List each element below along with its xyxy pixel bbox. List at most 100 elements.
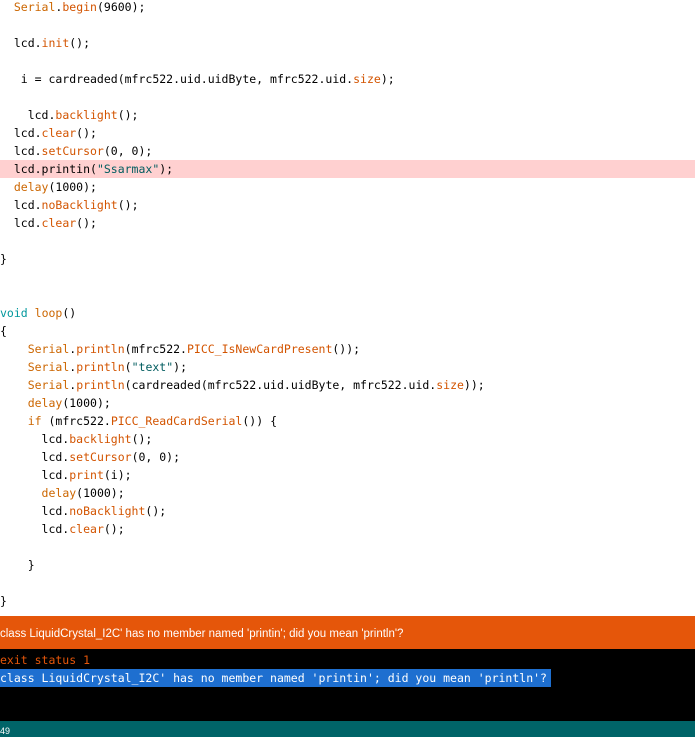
code-line[interactable]: lcd.setCursor(0, 0); xyxy=(0,142,695,160)
code-line[interactable] xyxy=(0,286,695,304)
code-token: lcd. xyxy=(0,522,70,536)
status-bar: 49 xyxy=(0,721,695,737)
code-token: lcd. xyxy=(0,216,42,230)
code-token: lcd. xyxy=(0,432,70,446)
code-line[interactable]: if (mfrc522.PICC_ReadCardSerial()) { xyxy=(0,412,695,430)
code-token: ); xyxy=(159,162,174,176)
code-token: size xyxy=(353,72,381,86)
code-line[interactable]: lcd.print(i); xyxy=(0,466,695,484)
code-line[interactable]: lcd.clear(); xyxy=(0,124,695,142)
code-token: PICC_IsNewCardPresent xyxy=(186,342,333,356)
code-token: print xyxy=(69,468,104,482)
code-token: lcd. xyxy=(0,108,56,122)
code-line-error-highlight[interactable]: lcd.printin("Ssarmax"); xyxy=(0,160,695,178)
code-token: "Ssarmax" xyxy=(96,162,160,176)
code-token: (mfrc522. xyxy=(124,342,187,356)
code-token: clear xyxy=(69,522,104,536)
code-token: (1000); xyxy=(76,486,125,500)
code-token: "text" xyxy=(131,360,174,374)
code-token: clear xyxy=(41,126,77,140)
code-line[interactable]: delay(1000); xyxy=(0,484,695,502)
code-line[interactable]: lcd.backlight(); xyxy=(0,106,695,124)
code-token: (); xyxy=(76,216,97,230)
code-line[interactable] xyxy=(0,88,695,106)
code-token: (1000); xyxy=(48,180,97,194)
code-token: } xyxy=(0,558,35,572)
code-token: (); xyxy=(131,432,153,446)
code-token: lcd. xyxy=(0,144,42,158)
console-error-message-selected[interactable]: class LiquidCrystal_I2C' has no member n… xyxy=(0,669,551,687)
code-line[interactable]: lcd.backlight(); xyxy=(0,430,695,448)
code-editor[interactable]: Serial.begin(9600); lcd.init(); i = card… xyxy=(0,0,695,616)
code-line[interactable]: lcd.setCursor(0, 0); xyxy=(0,448,695,466)
code-token: lcd. xyxy=(0,126,42,140)
code-token: Serial xyxy=(27,378,70,392)
code-token: lcd. xyxy=(0,198,42,212)
code-token: (); xyxy=(117,198,139,212)
code-line[interactable]: } xyxy=(0,250,695,268)
code-token: ( xyxy=(124,360,132,374)
code-token: ()) { xyxy=(242,414,277,428)
code-line[interactable]: { xyxy=(0,322,695,340)
code-token: (cardreaded(mfrc522.uid.uidByte, mfrc522… xyxy=(124,378,437,392)
code-token: println xyxy=(76,342,125,356)
code-line[interactable]: lcd.noBacklight(); xyxy=(0,502,695,520)
status-line-number: 49 xyxy=(0,726,11,736)
code-line[interactable] xyxy=(0,16,695,34)
code-token: lcd. xyxy=(0,450,70,464)
code-line[interactable]: i = cardreaded(mfrc522.uid.uidByte, mfrc… xyxy=(0,70,695,88)
code-line[interactable] xyxy=(0,52,695,70)
code-line[interactable]: Serial.println("text"); xyxy=(0,358,695,376)
code-line[interactable]: void loop() xyxy=(0,304,695,322)
code-token: Serial xyxy=(27,342,70,356)
code-line[interactable]: Serial.begin(9600); xyxy=(0,0,695,16)
code-line[interactable] xyxy=(0,268,695,286)
console-output[interactable]: exit status 1 class LiquidCrystal_I2C' h… xyxy=(0,649,695,721)
code-token: (); xyxy=(76,126,97,140)
code-line[interactable] xyxy=(0,232,695,250)
code-token: ()); xyxy=(332,342,361,356)
code-line[interactable]: lcd.init(); xyxy=(0,34,695,52)
code-token: Serial xyxy=(27,360,70,374)
code-token: delay xyxy=(27,396,63,410)
code-line[interactable]: lcd.clear(); xyxy=(0,214,695,232)
code-token: } xyxy=(0,252,7,266)
code-token: lcd. xyxy=(0,36,42,50)
code-token: void xyxy=(0,306,28,320)
code-token: (mfrc522. xyxy=(41,414,111,428)
code-token: (1000); xyxy=(62,396,111,410)
code-line[interactable]: delay(1000); xyxy=(0,178,695,196)
code-token: } xyxy=(0,594,7,608)
code-token: setCursor xyxy=(41,144,104,158)
code-token: println xyxy=(76,378,125,392)
code-token: Serial xyxy=(13,0,56,14)
code-token: (9600); xyxy=(96,0,146,14)
code-line[interactable] xyxy=(0,574,695,592)
code-token: { xyxy=(0,324,7,338)
code-token: size xyxy=(436,378,464,392)
code-line[interactable] xyxy=(0,538,695,556)
code-token: lcd.printin( xyxy=(0,162,97,176)
code-token: i = cardreaded(mfrc522.uid.uidByte, mfrc… xyxy=(0,72,354,86)
code-line[interactable]: } xyxy=(0,592,695,610)
code-line[interactable]: lcd.clear(); xyxy=(0,520,695,538)
code-token: init xyxy=(41,36,70,50)
code-line[interactable]: delay(1000); xyxy=(0,394,695,412)
code-line[interactable]: lcd.noBacklight(); xyxy=(0,196,695,214)
code-line[interactable]: } xyxy=(0,556,695,574)
code-token: (0, 0); xyxy=(131,450,181,464)
code-line[interactable]: Serial.println(cardreaded(mfrc522.uid.ui… xyxy=(0,376,695,394)
error-message-bar: class LiquidCrystal_I2C' has no member n… xyxy=(0,616,695,649)
code-token: delay xyxy=(13,180,49,194)
code-line[interactable]: Serial.println(mfrc522.PICC_IsNewCardPre… xyxy=(0,340,695,358)
code-token: delay xyxy=(41,486,77,500)
code-token: (); xyxy=(103,522,125,536)
code-token: lcd. xyxy=(0,504,70,518)
code-token: PICC_ReadCardSerial xyxy=(110,414,243,428)
